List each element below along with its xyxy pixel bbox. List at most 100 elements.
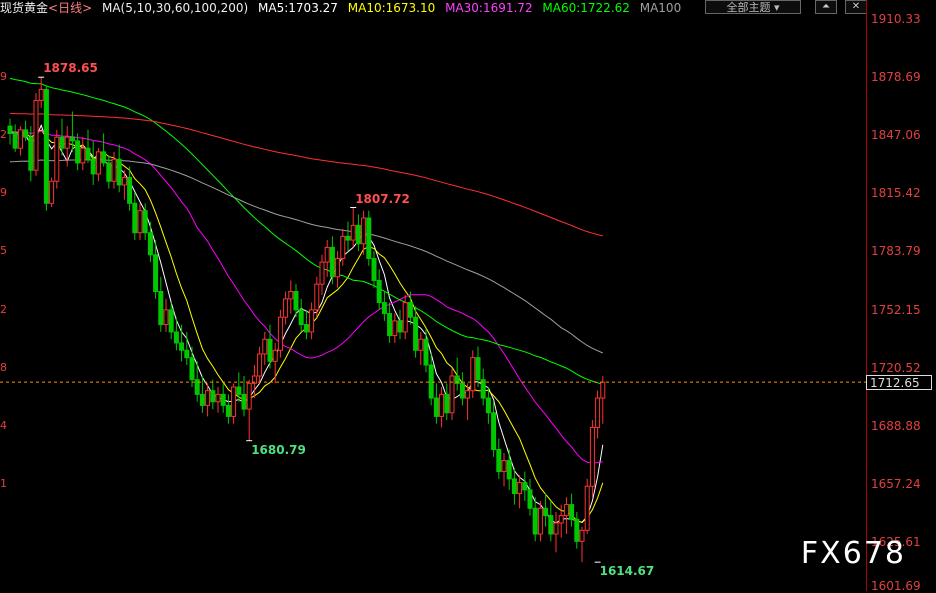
candle-body — [527, 489, 533, 509]
candle-body — [12, 133, 18, 149]
close-icon: ✕ — [851, 1, 861, 12]
candle-body — [397, 320, 403, 333]
left-tick-label: 2 — [0, 302, 7, 316]
candle-body — [158, 290, 164, 326]
candle-body — [340, 235, 346, 259]
left-tick-label: 9 — [0, 186, 7, 200]
candle-body — [584, 485, 590, 531]
candle-body — [184, 349, 190, 359]
candle-body — [272, 349, 278, 362]
candle-body — [59, 136, 65, 149]
candle-body — [179, 342, 185, 351]
candle-body — [215, 393, 221, 403]
candle-body — [277, 316, 283, 351]
candlestick-chart[interactable] — [0, 0, 936, 591]
candle-body — [49, 180, 55, 204]
candle-body — [309, 309, 315, 333]
watermark-logo: FX678 — [800, 536, 906, 571]
high-annotation: 1807.72 — [355, 191, 410, 206]
candle-body — [517, 482, 523, 495]
ma10-value: MA10:1673.10 — [347, 1, 436, 15]
candle-body — [236, 386, 242, 395]
collapse-icon: ⏶ — [822, 1, 830, 12]
price-axis: 1910.33 1878.69 1847.06 1815.42 1783.79 1752.… — [866, 0, 936, 593]
ma30-line — [9, 130, 603, 464]
candle-body — [329, 246, 335, 278]
candle-body — [491, 412, 497, 450]
candle-body — [189, 357, 195, 381]
left-tick-label: 4 — [0, 418, 7, 432]
candle-body — [402, 302, 408, 333]
candle-body — [537, 507, 543, 535]
candle-body — [69, 136, 75, 142]
left-tick-label: 5 — [0, 244, 7, 258]
candle-body — [563, 504, 569, 517]
theme-select-label: 全部主题 — [726, 1, 771, 14]
candle-body — [28, 136, 34, 171]
candle-body — [137, 210, 143, 234]
candle-body — [101, 151, 107, 164]
candle-body — [548, 515, 554, 535]
y-tick-label: 1815.42 — [871, 186, 921, 201]
candle-body — [361, 217, 367, 245]
candle-body — [33, 99, 39, 171]
candle-body — [579, 529, 585, 542]
ma100-label: MA100 — [639, 1, 682, 15]
candle-body — [231, 386, 237, 417]
candle-body — [267, 338, 273, 362]
candle-body — [501, 460, 507, 473]
ma30-value: MA30:1691.72 — [445, 1, 533, 15]
left-tick-label: 9 — [0, 70, 7, 84]
y-tick-label: 1752.15 — [871, 302, 921, 317]
period-label[interactable]: <日线> — [48, 1, 92, 15]
y-tick-label: 1878.69 — [871, 70, 921, 85]
candle-body — [246, 382, 252, 410]
candle-body — [418, 338, 424, 351]
candle-body — [127, 177, 133, 204]
candle-body — [314, 283, 320, 311]
candle-body — [387, 313, 393, 337]
candle-body — [350, 224, 356, 241]
candle-body — [595, 397, 601, 428]
candle-body — [366, 217, 372, 259]
ma5-value: MA5:1703.27 — [258, 1, 338, 15]
candle-body — [423, 338, 429, 366]
candle-body — [532, 507, 538, 535]
chevron-down-icon: ▾ — [773, 1, 780, 14]
candle-body — [381, 302, 387, 315]
low-annotation: 1614.67 — [599, 564, 655, 579]
candle-body — [7, 125, 13, 135]
collapse-button[interactable]: ⏶ — [815, 0, 837, 14]
candle-body — [288, 290, 294, 300]
candle-body — [205, 390, 211, 406]
y-tick-label: 1910.33 — [871, 12, 921, 26]
theme-select[interactable]: 全部主题 ▾ — [705, 0, 801, 14]
candle-body — [459, 382, 465, 399]
candle-body — [569, 504, 575, 520]
y-tick-label: 1783.79 — [871, 244, 921, 259]
candle-body — [43, 88, 49, 204]
candle-body — [106, 162, 112, 182]
close-button[interactable]: ✕ — [845, 0, 867, 14]
candle-body — [335, 257, 341, 278]
candle-body — [163, 309, 169, 326]
candle-body — [142, 210, 148, 234]
candle-body — [173, 331, 179, 344]
instrument-name[interactable]: 现货黄金 — [0, 1, 48, 15]
candle-body — [17, 129, 23, 149]
candle-body — [199, 393, 205, 406]
candle-body — [23, 129, 29, 138]
ma-params[interactable]: MA(5,10,30,60,100,200) — [102, 1, 248, 15]
candle-body — [558, 515, 564, 524]
candle-body — [345, 235, 351, 241]
candle-body — [293, 290, 299, 311]
candle-body — [449, 375, 455, 414]
candle-body — [64, 136, 70, 149]
candle-body — [589, 426, 595, 487]
candle-body — [298, 309, 304, 326]
y-tick-label: 1720.52 — [871, 360, 921, 375]
candle-body — [355, 224, 361, 245]
chart-header: 现货黄金<日线> MA(5,10,30,60,100,200) MA5:1703… — [0, 0, 700, 16]
candle-body — [262, 338, 268, 355]
candle-body — [111, 158, 117, 182]
